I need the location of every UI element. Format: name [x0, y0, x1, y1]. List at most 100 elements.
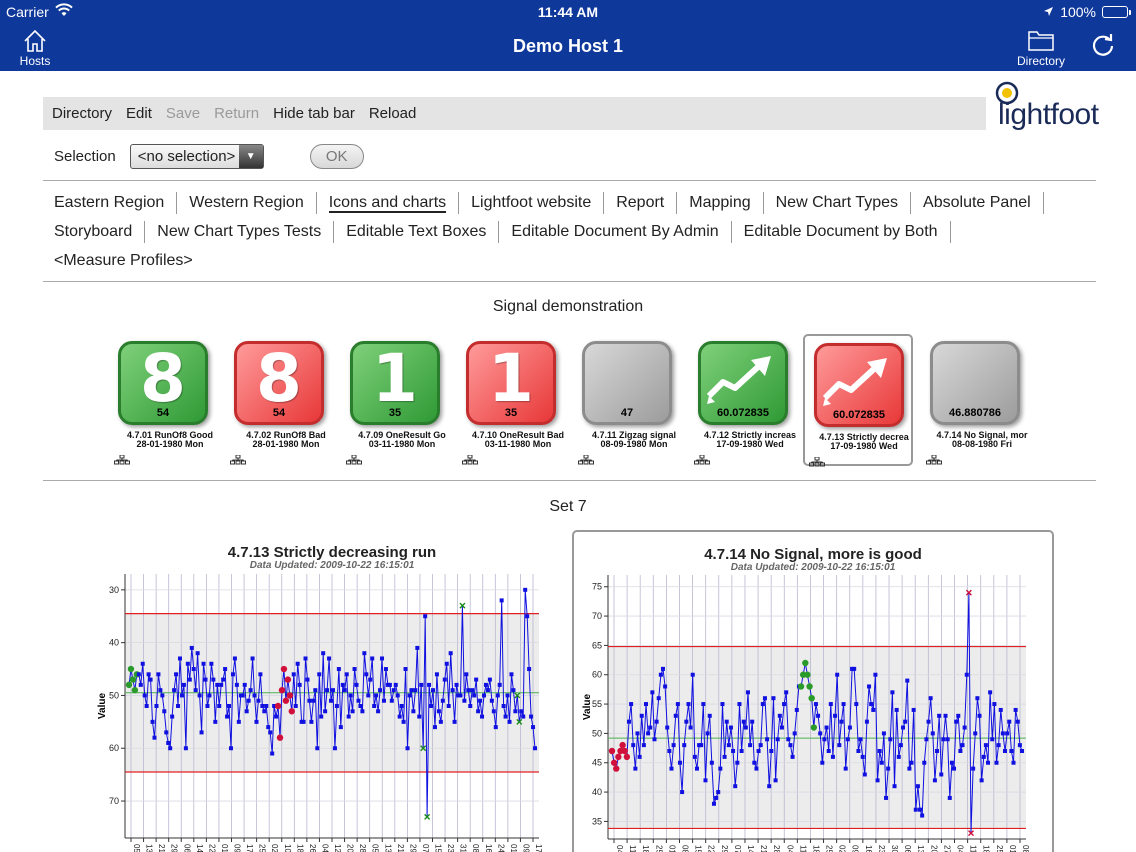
data-point: [497, 682, 502, 687]
data-point: [185, 661, 190, 666]
data-point: [464, 672, 469, 677]
data-point: [432, 725, 437, 730]
data-point: [454, 682, 459, 687]
tab-absolute-panel[interactable]: Absolute Panel: [911, 191, 1044, 214]
chart-panel-strictly-decreasing[interactable]: 05-01-1980 13-01-198021-01-1980 29-01-1980…: [91, 530, 573, 852]
directory-nav-button[interactable]: Directory: [1008, 28, 1074, 68]
data-point: [183, 746, 188, 751]
data-point: [935, 749, 940, 753]
x-tick-label: 18-04-1980: [295, 844, 304, 852]
hierarchy-icon[interactable]: [809, 454, 825, 467]
selection-dropdown[interactable]: <no selection> ▼: [129, 143, 264, 169]
hierarchy-icon[interactable]: [346, 452, 362, 465]
bad-signal-point: [610, 759, 618, 766]
tab-editable-document-by-admin[interactable]: Editable Document By Admin: [499, 220, 732, 243]
tab-new-chart-types[interactable]: New Chart Types: [764, 191, 912, 214]
signal-tile[interactable]: 1 35 4.7.10 OneResult Bad 03-11-1980 Mon: [462, 334, 572, 466]
data-point: [839, 719, 844, 724]
chart-title: 4.7.14 No Signal, more is good: [704, 546, 922, 563]
signal-tile[interactable]: 8 54 4.7.02 RunOf8 Bad 28-01-1980 Mon: [230, 334, 340, 466]
data-point: [144, 704, 149, 708]
signal-label: 4.7.01 RunOf8 Good 28-01-1980 Mon: [118, 431, 222, 449]
data-point: [892, 784, 897, 789]
data-point: [230, 672, 235, 677]
x-tick-label: 18-01-1980: [641, 845, 650, 852]
signal-value: 54: [156, 407, 170, 419]
data-point: [191, 667, 196, 672]
ok-button[interactable]: OK: [309, 143, 364, 169]
hierarchy-icon[interactable]: [462, 452, 478, 465]
bad-signal-point: [608, 747, 616, 755]
data-point: [509, 672, 514, 677]
chart-panel-no-signal[interactable]: 04-01-1980 11-01-1980 18-01-1980 25-01-1980…: [572, 530, 1054, 852]
hierarchy-icon[interactable]: [230, 452, 246, 465]
signal-tile[interactable]: 1 35 4.7.09 OneResult Go 03-11-1980 Mon: [346, 334, 456, 466]
data-point: [174, 672, 179, 677]
toolbar-edit-button[interactable]: Edit: [126, 105, 152, 122]
data-point: [250, 656, 255, 661]
tab-report[interactable]: Report: [604, 191, 678, 214]
data-point: [344, 672, 349, 677]
data-point: [745, 690, 750, 695]
tab-editable-text-boxes[interactable]: Editable Text Boxes: [334, 220, 500, 243]
data-point: [1017, 743, 1022, 748]
tab-lightfoot-website[interactable]: Lightfoot website: [459, 191, 605, 214]
data-point: [507, 719, 512, 724]
signal-label: 4.7.14 No Signal, mor 08-08-1980 Fri: [930, 431, 1034, 449]
data-point: [348, 693, 353, 698]
data-point: [189, 645, 194, 650]
hierarchy-icon[interactable]: [578, 452, 594, 465]
signal-label: 4.7.10 OneResult Bad 03-11-1980 Mon: [466, 431, 570, 449]
x-tick-label: 04-01-1980: [615, 845, 624, 852]
x-tick-label: 09-09-1980: [521, 844, 530, 852]
tab-storyboard[interactable]: Storyboard: [54, 220, 146, 243]
signal-label: 4.7.11 Zigzag signal 08-09-1980 Mon: [582, 431, 686, 449]
data-point: [329, 698, 334, 703]
data-point: [911, 707, 916, 712]
data-point: [918, 807, 923, 812]
y-tick-label: 50: [109, 690, 119, 700]
data-point: [495, 693, 500, 698]
data-point: [682, 743, 687, 748]
data-point: [890, 690, 895, 695]
data-point: [903, 719, 908, 724]
toolbar-return-button[interactable]: Return: [214, 105, 259, 122]
tab-western-region[interactable]: Western Region: [177, 191, 317, 214]
hierarchy-icon[interactable]: [694, 452, 710, 465]
bad-signal-point: [615, 753, 622, 761]
toolbar-directory-button[interactable]: Directory: [52, 105, 112, 122]
data-point: [790, 754, 795, 759]
signal-tile[interactable]: 47 4.7.11 Zigzag signal 08-09-1980 Mon: [578, 334, 688, 466]
signal-tile[interactable]: 8 54 4.7.01 RunOf8 Good 28-01-1980 Mon: [114, 334, 224, 466]
toolbar-reload-button[interactable]: Reload: [369, 105, 417, 122]
data-point: [474, 677, 479, 682]
toolbar-save-button[interactable]: Save: [166, 105, 200, 122]
bad-signal-point: [278, 686, 286, 694]
tab-editable-document-by-both[interactable]: Editable Document by Both: [732, 220, 951, 243]
data-point: [858, 737, 863, 742]
signal-tile[interactable]: 60.072835 4.7.13 Strictly decrea 17-09-198…: [803, 334, 913, 467]
data-point: [907, 766, 912, 771]
refresh-button[interactable]: [1090, 32, 1116, 61]
tab-icons-and-charts[interactable]: Icons and charts: [317, 191, 460, 214]
data-point: [954, 719, 959, 724]
signal-value: 60.072835: [717, 407, 769, 419]
hierarchy-icon[interactable]: [926, 452, 942, 465]
data-point: [401, 719, 406, 724]
data-point: [501, 704, 506, 708]
data-point: [820, 760, 825, 765]
toolbar-hide-tab-bar-button[interactable]: Hide tab bar: [273, 105, 355, 122]
signal-tile[interactable]: 46.880786 4.7.14 No Signal, mor 08-08-1980…: [926, 334, 1036, 466]
tab-measure-profiles[interactable]: <Measure Profiles>: [54, 250, 205, 272]
data-point: [217, 704, 222, 708]
signal-date: 17-09-1980 Wed: [830, 441, 898, 451]
tab-eastern-region[interactable]: Eastern Region: [54, 191, 178, 214]
signal-tile[interactable]: 60.072835 4.7.12 Strictly increas 17-09-19…: [694, 334, 804, 466]
data-point: [673, 713, 678, 718]
data-point: [434, 672, 439, 677]
tab-new-chart-types-tests[interactable]: New Chart Types Tests: [145, 220, 335, 243]
hierarchy-icon[interactable]: [114, 452, 130, 465]
data-point: [962, 725, 967, 730]
good-signal-point: [127, 665, 135, 673]
tab-mapping[interactable]: Mapping: [677, 191, 764, 214]
